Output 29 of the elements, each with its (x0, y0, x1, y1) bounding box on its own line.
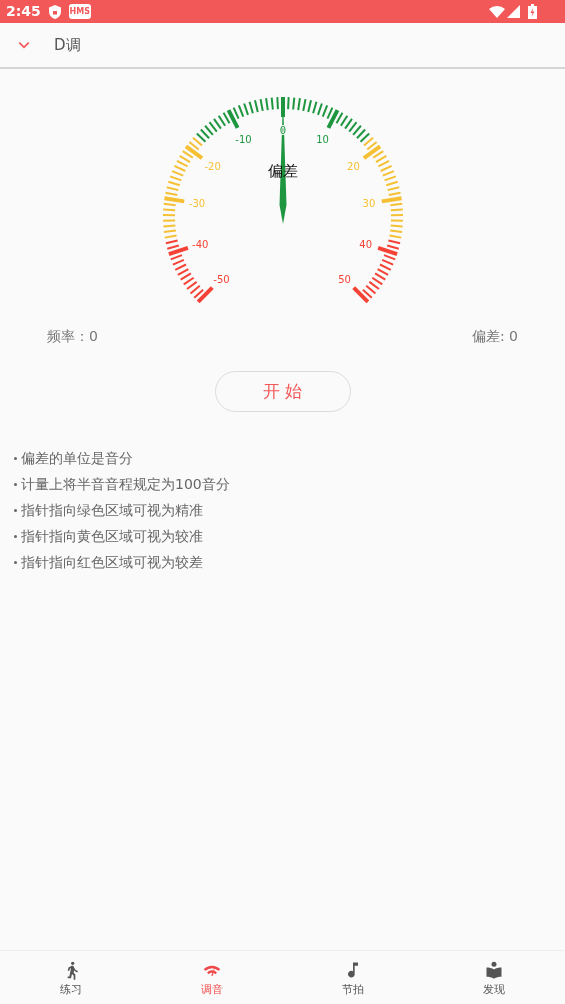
scale-label: -30 (188, 198, 205, 210)
scale-label: 30 (362, 198, 375, 210)
frequency-reading: 频率：0 (47, 327, 98, 346)
app-badge: HMS (68, 4, 91, 19)
note-text: 指针指向黄色区域可视为较准 (21, 526, 203, 546)
nav-tab[interactable]: 节拍 (282, 951, 424, 1004)
signal-icon (507, 5, 520, 18)
battery-icon (528, 4, 537, 19)
reading-book-icon (484, 960, 505, 981)
scale-label: 50 (337, 273, 351, 285)
deviation-reading: 偏差: 0 (471, 327, 518, 346)
note-text: 偏差的单位是音分 (21, 448, 133, 468)
note-text: 计量上将半音音程规定为100音分 (21, 474, 230, 494)
scale-label: 40 (358, 238, 372, 250)
key-title: D调 (54, 34, 81, 56)
nav-tab[interactable]: 发现 (423, 951, 565, 1004)
nav-tab[interactable]: 调音 (141, 951, 283, 1004)
scale-label: -50 (212, 273, 230, 285)
shield-icon (48, 4, 61, 19)
nav-tab[interactable]: 练习 (0, 951, 142, 1004)
scale-label: 20 (346, 160, 360, 172)
note-text: 指针指向红色区域可视为较差 (21, 552, 203, 572)
scale-label: -20 (203, 160, 221, 172)
scale-label: -40 (191, 238, 208, 250)
note-text: 指针指向绿色区域可视为精准 (21, 500, 203, 520)
status-time: 2:45 (6, 2, 41, 21)
scale-label: -10 (234, 134, 252, 146)
wifi-icon (489, 5, 505, 18)
scale-label: 10 (315, 134, 329, 146)
